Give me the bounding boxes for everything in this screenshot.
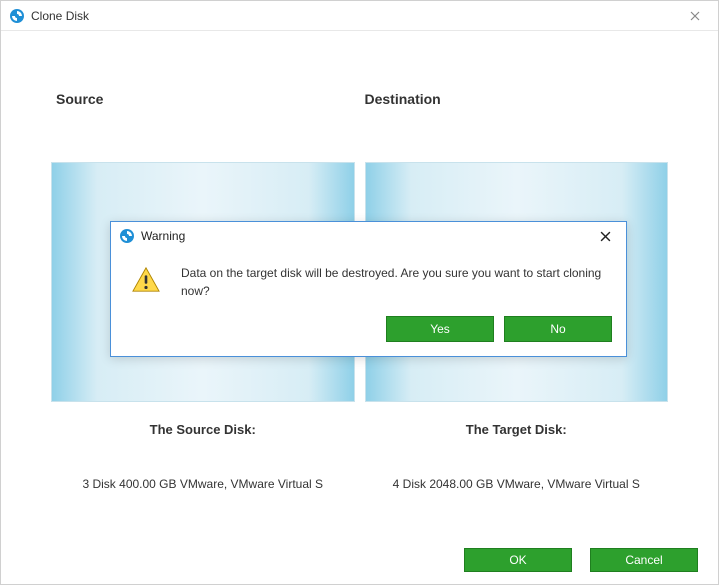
app-icon	[119, 228, 135, 244]
app-icon	[9, 8, 25, 24]
source-disk-label: The Source Disk:	[51, 422, 355, 437]
close-icon[interactable]	[592, 225, 618, 247]
warning-message: Data on the target disk will be destroye…	[181, 264, 604, 300]
titlebar: Clone Disk	[1, 1, 718, 31]
warning-title: Warning	[141, 229, 185, 243]
warning-dialog: Warning Data on the target disk will be …	[110, 221, 627, 357]
warning-icon	[131, 264, 163, 300]
warning-body: Data on the target disk will be destroye…	[111, 250, 626, 310]
ok-button[interactable]: OK	[464, 548, 572, 572]
warning-titlebar: Warning	[111, 222, 626, 250]
close-icon[interactable]	[680, 4, 710, 28]
target-disk-label: The Target Disk:	[365, 422, 669, 437]
target-disk-desc: 4 Disk 2048.00 GB VMware, VMware Virtual…	[365, 475, 669, 493]
source-disk-desc: 3 Disk 400.00 GB VMware, VMware Virtual …	[51, 475, 355, 493]
clone-disk-window: Clone Disk Source The Source Disk: 3 Dis…	[0, 0, 719, 585]
no-button[interactable]: No	[504, 316, 612, 342]
source-heading: Source	[51, 91, 355, 107]
warning-footer: Yes No	[111, 310, 626, 356]
yes-button[interactable]: Yes	[386, 316, 494, 342]
destination-heading: Destination	[365, 91, 669, 107]
footer-buttons: OK Cancel	[464, 548, 698, 572]
window-title: Clone Disk	[31, 9, 89, 23]
cancel-button[interactable]: Cancel	[590, 548, 698, 572]
